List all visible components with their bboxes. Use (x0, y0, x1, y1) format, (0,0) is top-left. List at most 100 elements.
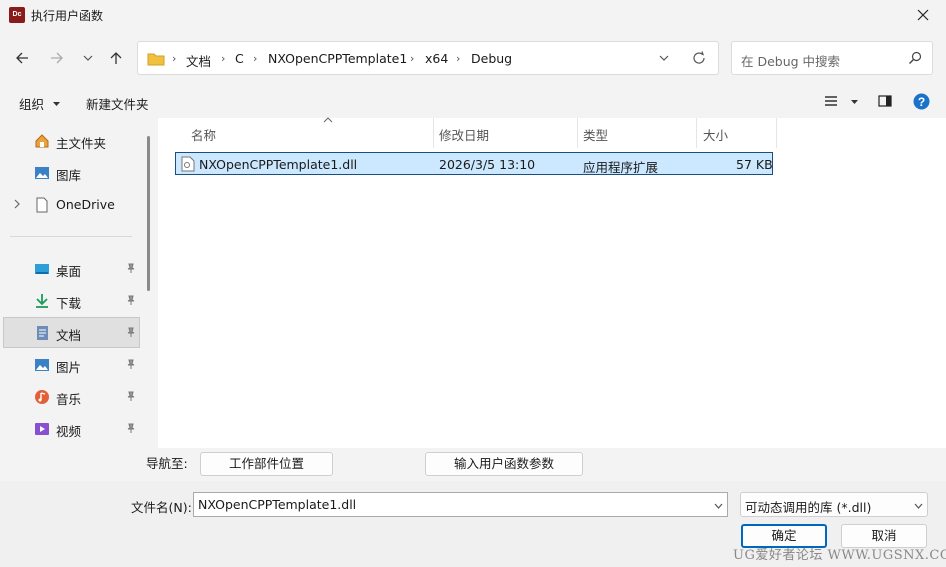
organize-label: 组织 (19, 97, 45, 112)
chevron-right-icon[interactable] (13, 199, 21, 209)
forward-button[interactable] (44, 46, 70, 70)
file-list: 名称 修改日期 类型 大小 NXOpenCPPTemplate1.dll 202… (158, 117, 946, 448)
recent-locations-button[interactable] (75, 46, 101, 70)
file-type: 应用程序扩展 (583, 160, 659, 175)
watermark: UG爱好者论坛 WWW.UGSNX.COM (733, 548, 946, 563)
folder-icon (147, 53, 165, 66)
column-header-size[interactable]: 大小 (697, 118, 777, 148)
table-row[interactable]: NXOpenCPPTemplate1.dll 2026/3/5 13:10 应用… (175, 152, 773, 175)
file-size: 57 KB (736, 157, 773, 172)
dialog-footer: 文件名(N): NXOpenCPPTemplate1.dll 可动态调用的库 (… (0, 481, 946, 567)
search-input[interactable]: 在 Debug 中搜索 (731, 41, 933, 75)
pin-icon (127, 327, 135, 337)
sidebar-item-label: 下载 (56, 296, 82, 311)
sidebar-item-label: 文档 (56, 328, 82, 343)
videos-icon (35, 423, 49, 435)
navigate-to-label: 导航至: (146, 456, 188, 471)
pin-icon (127, 391, 135, 401)
pin-icon (127, 359, 135, 369)
breadcrumb-separator: › (253, 52, 258, 65)
sidebar-item-music[interactable]: 音乐 (4, 382, 140, 412)
onedrive-icon (36, 197, 48, 213)
list-view-icon (825, 96, 837, 106)
preview-pane-icon (878, 95, 892, 107)
work-part-location-button[interactable]: 工作部件位置 (200, 452, 333, 476)
sidebar-item-gallery[interactable]: 图库 (4, 158, 140, 188)
svg-text:?: ? (918, 95, 925, 109)
dll-file-icon (181, 156, 195, 172)
sort-ascending-icon (323, 117, 333, 123)
sidebar-item-label: 桌面 (56, 264, 82, 279)
column-header-name[interactable]: 名称 (178, 117, 434, 148)
arrow-up-icon (110, 52, 122, 64)
file-name: NXOpenCPPTemplate1.dll (199, 157, 358, 172)
column-header-modified[interactable]: 修改日期 (434, 118, 578, 148)
chevron-down-icon[interactable] (713, 501, 724, 512)
sidebar-item-label: 图库 (56, 168, 82, 183)
sidebar-item-home[interactable]: 主文件夹 (4, 126, 140, 156)
breadcrumb-separator: › (410, 52, 415, 65)
sidebar-item-downloads[interactable]: 下载 (4, 286, 140, 316)
caret-down-icon (53, 102, 60, 106)
breadcrumb-separator: › (221, 52, 226, 65)
refresh-icon[interactable] (691, 50, 707, 66)
documents-icon (37, 326, 48, 340)
sidebar-item-label: 音乐 (56, 392, 82, 407)
desktop-icon (35, 264, 49, 274)
breadcrumb-separator: › (456, 52, 461, 65)
address-bar[interactable]: › 文档 › C › NXOpenCPPTemplate1 › x64 › De… (137, 41, 719, 75)
breadcrumb-debug[interactable]: Debug (471, 51, 512, 66)
pictures-icon (35, 359, 49, 371)
gallery-icon (35, 167, 49, 179)
window-title: 执行用户函数 (31, 9, 104, 23)
sidebar-item-videos[interactable]: 视频 (4, 414, 140, 444)
filename-label: 文件名(N): (131, 500, 192, 515)
chevron-down-icon[interactable] (913, 501, 924, 512)
close-button[interactable] (900, 0, 946, 30)
sidebar-scrollbar[interactable] (147, 136, 150, 291)
breadcrumb-c[interactable]: C (235, 51, 244, 66)
sidebar-item-label: 图片 (56, 360, 82, 375)
column-label: 大小 (703, 128, 729, 143)
sidebar-item-documents[interactable]: 文档 (3, 317, 140, 348)
organize-button[interactable]: 组织 (19, 94, 61, 113)
navigation-pane: 主文件夹 图库 OneDrive 桌面 下载 文档 图片 音乐 视频 (0, 118, 158, 448)
up-button[interactable] (103, 46, 129, 70)
new-folder-button[interactable]: 新建文件夹 (86, 94, 149, 113)
file-type-select[interactable]: 可动态调用的库 (*.dll) (740, 492, 928, 517)
arrow-left-icon (16, 52, 28, 64)
sidebar-divider (10, 236, 132, 237)
help-button[interactable]: ? (913, 93, 930, 113)
sidebar-item-desktop[interactable]: 桌面 (4, 254, 140, 284)
breadcrumb-separator: › (172, 52, 177, 65)
back-button[interactable] (9, 46, 35, 70)
chevron-down-icon (83, 55, 93, 61)
search-placeholder: 在 Debug 中搜索 (741, 54, 841, 69)
chevron-down-icon[interactable] (658, 52, 670, 64)
app-icon: Dc (9, 7, 25, 23)
pin-icon (127, 295, 135, 305)
home-icon (35, 134, 49, 148)
column-label: 类型 (583, 128, 609, 143)
sidebar-item-onedrive[interactable]: OneDrive (4, 190, 140, 220)
pin-icon (127, 263, 135, 273)
navigation-row: › 文档 › C › NXOpenCPPTemplate1 › x64 › De… (0, 40, 946, 76)
breadcrumb-project[interactable]: NXOpenCPPTemplate1 (268, 51, 407, 66)
arrow-right-icon (51, 52, 63, 64)
preview-pane-button[interactable] (878, 95, 892, 110)
breadcrumb-documents[interactable]: 文档 (186, 51, 211, 70)
sidebar-item-pictures[interactable]: 图片 (4, 350, 140, 380)
music-icon (35, 390, 49, 404)
download-icon (36, 294, 48, 308)
view-options-button[interactable] (824, 95, 859, 110)
close-icon (917, 9, 929, 21)
filename-input[interactable]: NXOpenCPPTemplate1.dll (193, 492, 728, 517)
column-header-type[interactable]: 类型 (578, 118, 697, 148)
title-bar: Dc 执行用户函数 (0, 0, 946, 30)
breadcrumb-x64[interactable]: x64 (425, 51, 448, 66)
sidebar-item-label: 视频 (56, 424, 82, 439)
sidebar-item-label: OneDrive (56, 197, 115, 212)
search-icon (909, 51, 922, 64)
command-bar: 组织 新建文件夹 ? (0, 86, 946, 118)
input-function-params-button[interactable]: 输入用户函数参数 (425, 452, 583, 476)
